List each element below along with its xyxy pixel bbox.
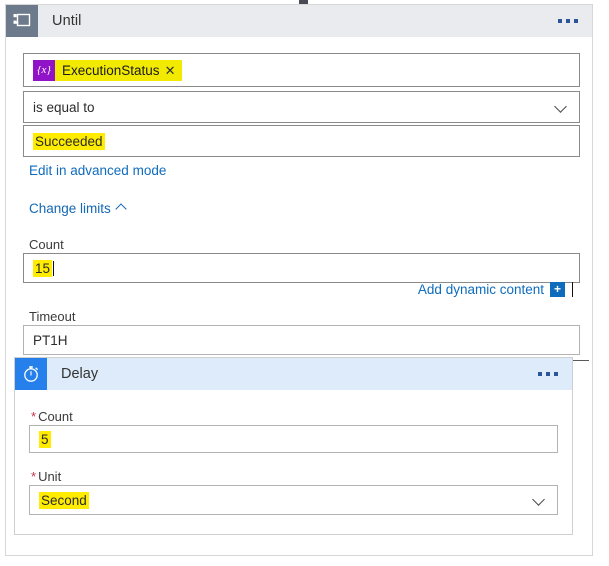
delay-card-body: *Count 5 *Unit Second: [15, 390, 572, 534]
ellipsis-dot: [538, 372, 542, 376]
until-loop-icon: [6, 5, 38, 37]
delay-unit-label-text: Unit: [38, 469, 61, 484]
until-card-header[interactable]: Until: [6, 5, 592, 37]
delay-count-value: 5: [39, 431, 51, 448]
until-timeout-value: PT1H: [33, 333, 68, 348]
delay-card-menu-button[interactable]: [538, 372, 558, 376]
ellipsis-dot: [566, 19, 570, 23]
until-timeout-input[interactable]: PT1H: [23, 325, 580, 355]
condition-right-operand-field[interactable]: Succeeded: [23, 125, 580, 157]
add-dynamic-content-button[interactable]: Add dynamic content +: [418, 282, 573, 297]
add-dynamic-content-label: Add dynamic content: [418, 282, 544, 297]
until-count-label: Count: [29, 237, 64, 252]
until-card-title: Until: [52, 13, 82, 29]
change-limits-toggle[interactable]: Change limits: [29, 201, 126, 216]
edit-advanced-mode-link[interactable]: Edit in advanced mode: [29, 163, 166, 178]
required-marker: *: [31, 409, 36, 424]
condition-operator-dropdown[interactable]: is equal to: [23, 91, 580, 123]
delay-action-card: Delay *Count 5 *Unit Second: [14, 357, 573, 535]
until-timeout-label: Timeout: [29, 309, 75, 324]
required-marker: *: [31, 469, 36, 484]
token-remove-icon[interactable]: ✕: [165, 60, 183, 81]
token-label: ExecutionStatus: [55, 60, 165, 81]
ellipsis-dot: [546, 372, 550, 376]
until-count-value: 15: [33, 260, 52, 277]
chevron-up-icon: [117, 203, 126, 212]
ellipsis-dot: [554, 372, 558, 376]
delay-card-title: Delay: [61, 366, 98, 382]
delay-unit-value: Second: [39, 492, 89, 509]
condition-value: Succeeded: [33, 133, 105, 150]
until-card-menu-button[interactable]: [558, 19, 578, 23]
expression-variable-icon: {x}: [33, 60, 55, 81]
ellipsis-dot: [558, 19, 562, 23]
text-cursor: [572, 282, 573, 297]
condition-left-operand-field[interactable]: {x} ExecutionStatus ✕: [23, 53, 580, 87]
dynamic-content-token[interactable]: {x} ExecutionStatus ✕: [33, 60, 182, 81]
delay-count-label: *Count: [31, 409, 73, 424]
delay-unit-dropdown[interactable]: Second: [29, 485, 558, 515]
chevron-down-icon: [555, 101, 567, 113]
plus-icon[interactable]: +: [550, 282, 565, 297]
condition-operator-value: is equal to: [33, 100, 95, 115]
change-limits-label: Change limits: [29, 201, 111, 216]
chevron-down-icon: [533, 494, 545, 506]
delay-count-input[interactable]: 5: [29, 425, 558, 453]
delay-count-label-text: Count: [38, 409, 73, 424]
stopwatch-icon: [15, 358, 47, 390]
text-cursor: [53, 261, 54, 276]
until-count-input[interactable]: 15: [23, 253, 580, 283]
delay-unit-label: *Unit: [31, 469, 61, 484]
delay-card-header[interactable]: Delay: [15, 358, 572, 390]
ellipsis-dot: [574, 19, 578, 23]
